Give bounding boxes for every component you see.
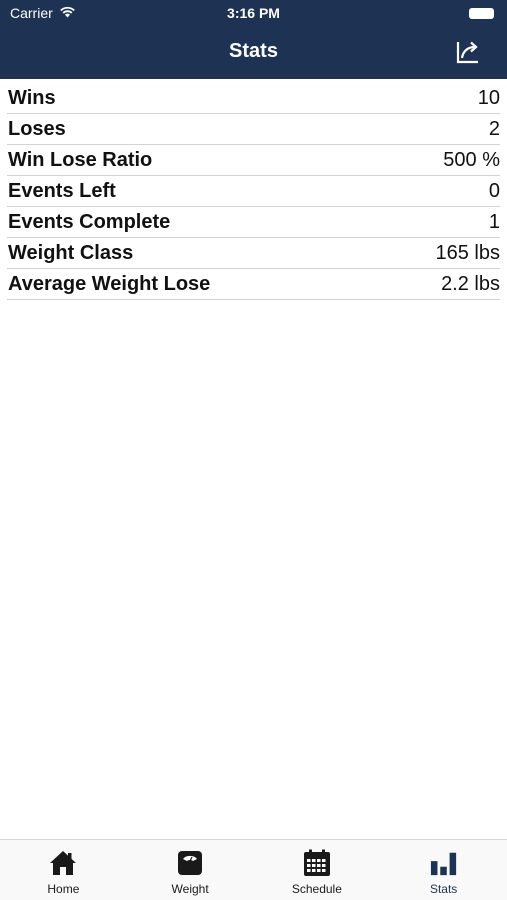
navigation-header: Carrier 3:16 PM Stats [0, 0, 507, 79]
stat-value: 1 [488, 210, 500, 233]
stat-row-events-left: Events Left 0 [7, 176, 500, 207]
status-bar: Carrier 3:16 PM [0, 0, 507, 28]
tab-stats[interactable]: Stats [380, 840, 507, 900]
page-title: Stats [229, 40, 278, 62]
battery-icon [469, 8, 494, 19]
tab-label: Home [47, 882, 80, 896]
tab-label: Schedule [291, 882, 342, 896]
tab-label: Weight [171, 882, 209, 896]
stat-label: Wins [8, 86, 56, 109]
tab-home[interactable]: Home [0, 840, 127, 900]
scale-icon [176, 848, 204, 878]
stat-label: Events Complete [8, 210, 171, 233]
status-time: 3:16 PM [227, 5, 280, 21]
stat-row-win-lose-ratio: Win Lose Ratio 500 % [7, 145, 500, 176]
stat-value: 10 [477, 86, 500, 109]
calendar-icon [303, 848, 331, 878]
stat-value: 0 [488, 179, 500, 202]
stat-label: Events Left [8, 179, 116, 202]
stat-row-loses: Loses 2 [7, 114, 500, 145]
tab-label: Stats [429, 882, 458, 896]
stat-value: 165 lbs [435, 241, 501, 264]
stats-screen: Carrier 3:16 PM Stats Wins 10 Loses 2 Wi… [0, 0, 507, 900]
share-icon [456, 41, 478, 64]
stat-label: Average Weight Lose [8, 272, 211, 295]
stat-value: 2 [488, 117, 500, 140]
stat-row-events-complete: Events Complete 1 [7, 207, 500, 238]
tab-weight[interactable]: Weight [127, 840, 254, 900]
stat-label: Loses [8, 117, 66, 140]
share-button[interactable] [453, 37, 483, 67]
stat-label: Weight Class [8, 241, 134, 264]
tab-schedule[interactable]: Schedule [254, 840, 381, 900]
tab-bar: Home Weight Schedule Stats [0, 839, 507, 900]
stat-row-wins: Wins 10 [7, 83, 500, 114]
stat-value: 500 % [443, 148, 500, 171]
house-icon [49, 848, 77, 878]
stat-label: Win Lose Ratio [8, 148, 153, 171]
bar-chart-icon [430, 848, 458, 878]
stat-row-average-weight-lose: Average Weight Lose 2.2 lbs [7, 269, 500, 300]
stat-value: 2.2 lbs [441, 272, 500, 295]
stats-list: Wins 10 Loses 2 Win Lose Ratio 500 % Eve… [0, 83, 507, 300]
stat-row-weight-class: Weight Class 165 lbs [7, 238, 500, 269]
